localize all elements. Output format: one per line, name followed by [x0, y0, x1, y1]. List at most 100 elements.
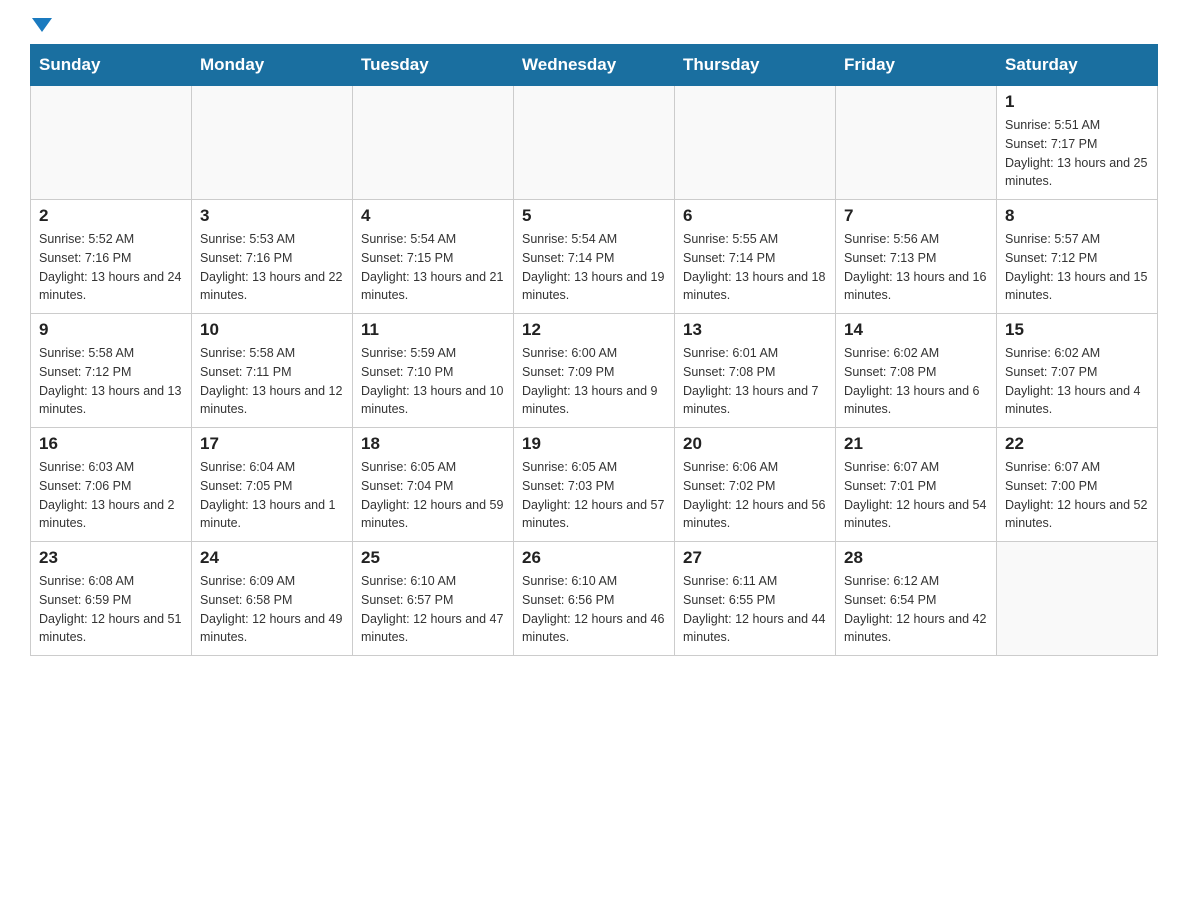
day-info: Sunrise: 6:02 AMSunset: 7:07 PMDaylight:… — [1005, 344, 1149, 419]
day-number: 7 — [844, 206, 988, 226]
day-number: 8 — [1005, 206, 1149, 226]
calendar-cell: 11Sunrise: 5:59 AMSunset: 7:10 PMDayligh… — [353, 314, 514, 428]
calendar-cell: 23 Sunrise: 6:08 AMSunset: 6:59 PMDayligh… — [31, 542, 192, 656]
day-info: Sunrise: 6:10 AMSunset: 6:57 PMDaylight:… — [361, 572, 505, 647]
day-number: 14 — [844, 320, 988, 340]
day-number: 21 — [844, 434, 988, 454]
day-info: Sunrise: 5:58 AMSunset: 7:12 PMDaylight:… — [39, 344, 183, 419]
day-info: Sunrise: 6:02 AMSunset: 7:08 PMDaylight:… — [844, 344, 988, 419]
day-number: 16 — [39, 434, 183, 454]
calendar-cell: 24 Sunrise: 6:09 AMSunset: 6:58 PMDayligh… — [192, 542, 353, 656]
day-info: Sunrise: 6:11 AMSunset: 6:55 PMDaylight:… — [683, 572, 827, 647]
day-info: Sunrise: 6:05 AMSunset: 7:03 PMDaylight:… — [522, 458, 666, 533]
day-number: 27 — [683, 548, 827, 568]
calendar-table: SundayMondayTuesdayWednesdayThursdayFrid… — [30, 44, 1158, 656]
day-info: Sunrise: 5:56 AMSunset: 7:13 PMDaylight:… — [844, 230, 988, 305]
day-info: Sunrise: 6:00 AMSunset: 7:09 PMDaylight:… — [522, 344, 666, 419]
day-number: 11 — [361, 320, 505, 340]
day-number: 17 — [200, 434, 344, 454]
calendar-cell: 20 Sunrise: 6:06 AMSunset: 7:02 PMDayligh… — [675, 428, 836, 542]
day-info: Sunrise: 6:06 AMSunset: 7:02 PMDaylight:… — [683, 458, 827, 533]
calendar-cell — [675, 86, 836, 200]
calendar-cell: 26 Sunrise: 6:10 AMSunset: 6:56 PMDayligh… — [514, 542, 675, 656]
day-info: Sunrise: 5:54 AMSunset: 7:15 PMDaylight:… — [361, 230, 505, 305]
calendar-cell — [997, 542, 1158, 656]
calendar-cell: 7 Sunrise: 5:56 AMSunset: 7:13 PMDaylight… — [836, 200, 997, 314]
day-info: Sunrise: 6:08 AMSunset: 6:59 PMDaylight:… — [39, 572, 183, 647]
day-number: 9 — [39, 320, 183, 340]
day-number: 4 — [361, 206, 505, 226]
day-number: 18 — [361, 434, 505, 454]
day-number: 25 — [361, 548, 505, 568]
day-number: 19 — [522, 434, 666, 454]
calendar-cell: 22 Sunrise: 6:07 AMSunset: 7:00 PMDayligh… — [997, 428, 1158, 542]
calendar-cell: 12 Sunrise: 6:00 AMSunset: 7:09 PMDayligh… — [514, 314, 675, 428]
day-info: Sunrise: 6:04 AMSunset: 7:05 PMDaylight:… — [200, 458, 344, 533]
day-info: Sunrise: 5:58 AMSunset: 7:11 PMDaylight:… — [200, 344, 344, 419]
day-number: 23 — [39, 548, 183, 568]
day-number: 26 — [522, 548, 666, 568]
day-info: Sunrise: 5:51 AMSunset: 7:17 PMDaylight:… — [1005, 116, 1149, 191]
day-number: 10 — [200, 320, 344, 340]
day-info: Sunrise: 5:52 AMSunset: 7:16 PMDaylight:… — [39, 230, 183, 305]
day-info: Sunrise: 6:12 AMSunset: 6:54 PMDaylight:… — [844, 572, 988, 647]
calendar-cell: 1 Sunrise: 5:51 AMSunset: 7:17 PMDaylight… — [997, 86, 1158, 200]
day-number: 15 — [1005, 320, 1149, 340]
day-info: Sunrise: 6:09 AMSunset: 6:58 PMDaylight:… — [200, 572, 344, 647]
day-info: Sunrise: 6:07 AMSunset: 7:01 PMDaylight:… — [844, 458, 988, 533]
day-number: 3 — [200, 206, 344, 226]
day-number: 20 — [683, 434, 827, 454]
day-info: Sunrise: 5:54 AMSunset: 7:14 PMDaylight:… — [522, 230, 666, 305]
day-info: Sunrise: 6:03 AMSunset: 7:06 PMDaylight:… — [39, 458, 183, 533]
logo — [30, 20, 52, 34]
logo-triangle-icon — [32, 18, 52, 32]
day-number: 13 — [683, 320, 827, 340]
day-number: 24 — [200, 548, 344, 568]
day-info: Sunrise: 6:01 AMSunset: 7:08 PMDaylight:… — [683, 344, 827, 419]
calendar-cell: 9 Sunrise: 5:58 AMSunset: 7:12 PMDaylight… — [31, 314, 192, 428]
calendar-cell: 16 Sunrise: 6:03 AMSunset: 7:06 PMDayligh… — [31, 428, 192, 542]
day-number: 6 — [683, 206, 827, 226]
calendar-cell: 5 Sunrise: 5:54 AMSunset: 7:14 PMDaylight… — [514, 200, 675, 314]
calendar-cell: 19 Sunrise: 6:05 AMSunset: 7:03 PMDayligh… — [514, 428, 675, 542]
day-number: 5 — [522, 206, 666, 226]
calendar-cell: 21 Sunrise: 6:07 AMSunset: 7:01 PMDayligh… — [836, 428, 997, 542]
calendar-week-row: 23 Sunrise: 6:08 AMSunset: 6:59 PMDayligh… — [31, 542, 1158, 656]
day-number: 1 — [1005, 92, 1149, 112]
calendar-cell: 3 Sunrise: 5:53 AMSunset: 7:16 PMDaylight… — [192, 200, 353, 314]
weekday-header-thursday: Thursday — [675, 45, 836, 86]
day-info: Sunrise: 6:07 AMSunset: 7:00 PMDaylight:… — [1005, 458, 1149, 533]
calendar-week-row: 1 Sunrise: 5:51 AMSunset: 7:17 PMDaylight… — [31, 86, 1158, 200]
weekday-header-saturday: Saturday — [997, 45, 1158, 86]
calendar-cell: 10 Sunrise: 5:58 AMSunset: 7:11 PMDayligh… — [192, 314, 353, 428]
page-header — [30, 20, 1158, 34]
calendar-cell: 14 Sunrise: 6:02 AMSunset: 7:08 PMDayligh… — [836, 314, 997, 428]
calendar-week-row: 9 Sunrise: 5:58 AMSunset: 7:12 PMDaylight… — [31, 314, 1158, 428]
calendar-cell: 6 Sunrise: 5:55 AMSunset: 7:14 PMDaylight… — [675, 200, 836, 314]
calendar-cell: 13 Sunrise: 6:01 AMSunset: 7:08 PMDayligh… — [675, 314, 836, 428]
calendar-cell: 2Sunrise: 5:52 AMSunset: 7:16 PMDaylight… — [31, 200, 192, 314]
weekday-header-wednesday: Wednesday — [514, 45, 675, 86]
day-info: Sunrise: 6:05 AMSunset: 7:04 PMDaylight:… — [361, 458, 505, 533]
calendar-cell — [31, 86, 192, 200]
day-info: Sunrise: 5:55 AMSunset: 7:14 PMDaylight:… — [683, 230, 827, 305]
calendar-cell: 25 Sunrise: 6:10 AMSunset: 6:57 PMDayligh… — [353, 542, 514, 656]
weekday-header-sunday: Sunday — [31, 45, 192, 86]
weekday-header-tuesday: Tuesday — [353, 45, 514, 86]
weekday-header-friday: Friday — [836, 45, 997, 86]
day-number: 22 — [1005, 434, 1149, 454]
calendar-header-row: SundayMondayTuesdayWednesdayThursdayFrid… — [31, 45, 1158, 86]
calendar-cell: 4 Sunrise: 5:54 AMSunset: 7:15 PMDaylight… — [353, 200, 514, 314]
day-info: Sunrise: 5:57 AMSunset: 7:12 PMDaylight:… — [1005, 230, 1149, 305]
calendar-cell: 8 Sunrise: 5:57 AMSunset: 7:12 PMDaylight… — [997, 200, 1158, 314]
day-info: Sunrise: 6:10 AMSunset: 6:56 PMDaylight:… — [522, 572, 666, 647]
calendar-cell — [192, 86, 353, 200]
calendar-week-row: 2Sunrise: 5:52 AMSunset: 7:16 PMDaylight… — [31, 200, 1158, 314]
day-info: Sunrise: 5:53 AMSunset: 7:16 PMDaylight:… — [200, 230, 344, 305]
calendar-cell: 17 Sunrise: 6:04 AMSunset: 7:05 PMDayligh… — [192, 428, 353, 542]
weekday-header-monday: Monday — [192, 45, 353, 86]
calendar-cell — [353, 86, 514, 200]
calendar-cell: 27 Sunrise: 6:11 AMSunset: 6:55 PMDayligh… — [675, 542, 836, 656]
day-number: 12 — [522, 320, 666, 340]
calendar-cell: 28Sunrise: 6:12 AMSunset: 6:54 PMDayligh… — [836, 542, 997, 656]
